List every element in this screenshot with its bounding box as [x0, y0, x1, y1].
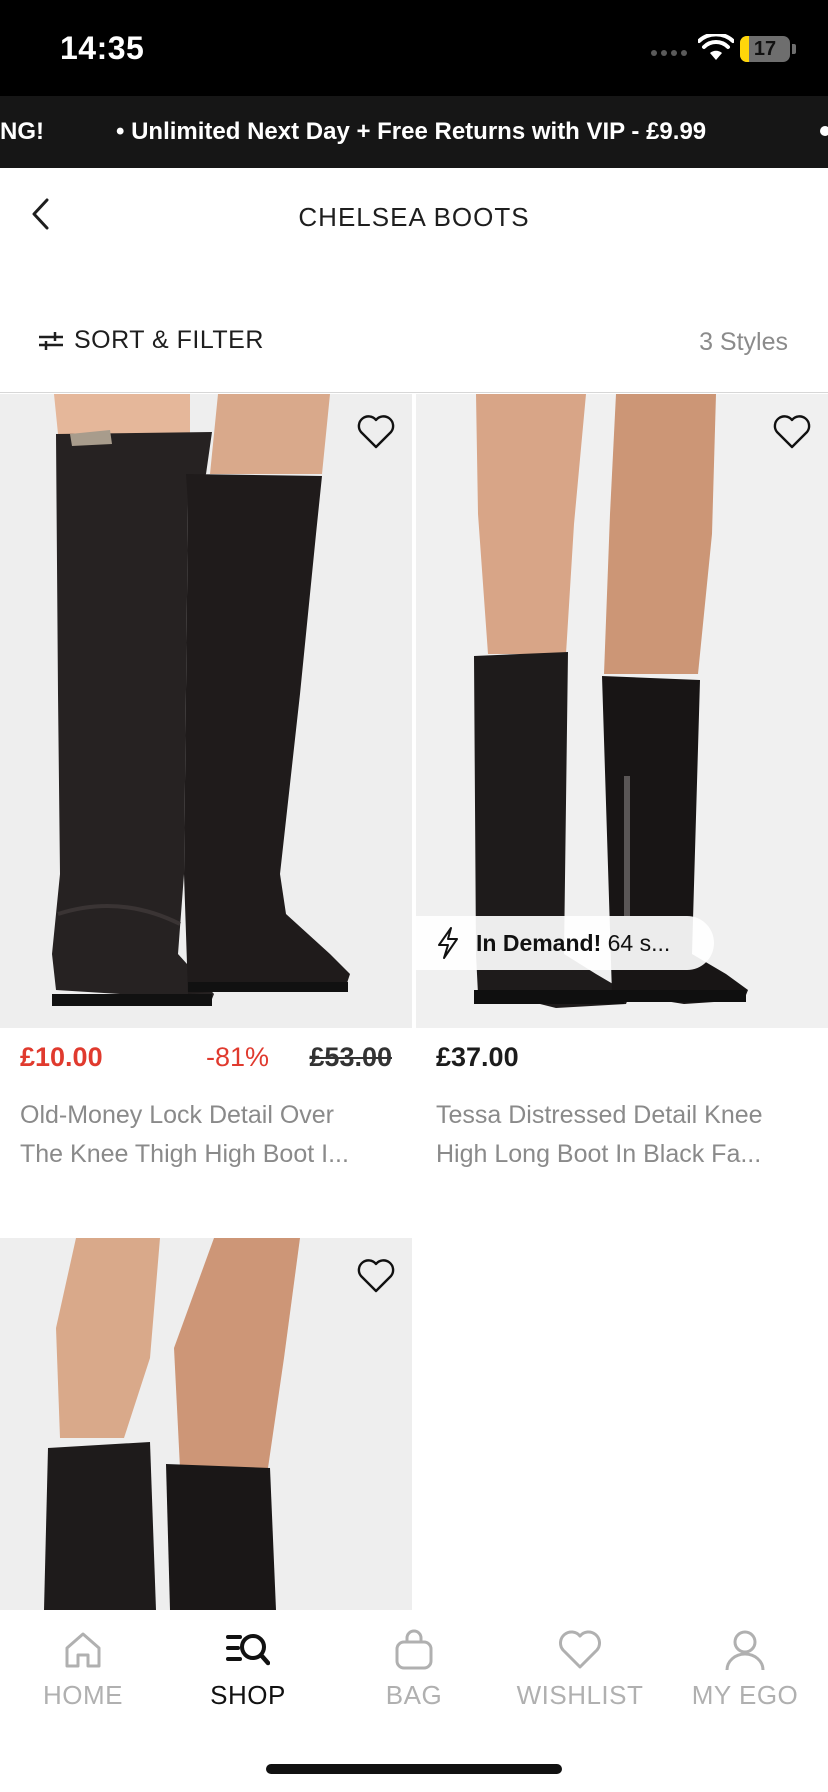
- heart-icon: [559, 1630, 601, 1669]
- product-name-line: High Long Boot In Black Fa...: [436, 1140, 762, 1168]
- nav-label: MY EGO: [691, 1680, 799, 1710]
- home-icon: [65, 1632, 101, 1668]
- filter-row: SORT & FILTER 3 Styles: [0, 294, 828, 393]
- product-name-line: Old-Money Lock Detail Over: [20, 1101, 335, 1129]
- nav-home[interactable]: HOME: [0, 1610, 166, 1720]
- product-name-line: The Knee Thigh High Boot I...: [20, 1140, 349, 1168]
- in-demand-detail: 64 s...: [607, 929, 671, 956]
- price: £37.00: [436, 1042, 519, 1072]
- sliders-icon: [39, 331, 63, 350]
- in-demand-label: In Demand!: [476, 929, 602, 956]
- product-card[interactable]: £10.00 -81% £53.00 Old-Money Lock Detail…: [0, 394, 412, 1194]
- page-title: CHELSEA BOOTS: [298, 202, 530, 232]
- nav-shop[interactable]: SHOP: [165, 1610, 331, 1720]
- product-name[interactable]: Tessa Distressed Detail Knee High Long B…: [436, 1096, 806, 1174]
- battery-cap: [792, 44, 796, 54]
- cellular-signal-icon: [651, 50, 687, 56]
- nav-label: HOME: [43, 1680, 123, 1710]
- status-bar: 14:35 17: [0, 0, 828, 96]
- discount-badge: -81%: [206, 1042, 270, 1072]
- in-demand-badge: In Demand! 64 s...: [416, 916, 714, 970]
- product-image[interactable]: [0, 1238, 412, 1610]
- promo-bullet: [820, 126, 828, 136]
- promo-banner[interactable]: NG! • Unlimited Next Day + Free Returns …: [0, 96, 828, 168]
- lightning-icon: [438, 927, 458, 959]
- sale-price: £10.00: [20, 1042, 103, 1072]
- price-row: £37.00: [436, 1042, 808, 1082]
- wishlist-heart-icon[interactable]: [772, 412, 812, 452]
- nav-wishlist[interactable]: WISHLIST: [497, 1610, 663, 1720]
- search-list-icon: [226, 1634, 270, 1666]
- home-indicator[interactable]: [266, 1764, 562, 1774]
- sort-filter-button[interactable]: SORT & FILTER: [38, 326, 264, 355]
- product-card[interactable]: [0, 1238, 412, 1610]
- product-image[interactable]: [0, 394, 412, 1028]
- promo-message: • Unlimited Next Day + Free Returns with…: [116, 118, 707, 145]
- battery-level: 17: [753, 38, 777, 60]
- in-demand-text: In Demand! 64 s...: [476, 930, 670, 957]
- nav-label: SHOP: [210, 1680, 286, 1710]
- nav-my-ego[interactable]: MY EGO: [662, 1610, 828, 1720]
- status-time: 14:35: [60, 30, 145, 66]
- nav-bag[interactable]: BAG: [331, 1610, 497, 1720]
- thigh-high-boot-image: [0, 394, 412, 1028]
- product-card[interactable]: In Demand! 64 s... £37.00 Tessa Distress…: [416, 394, 828, 1194]
- original-price: £53.00: [309, 1042, 392, 1072]
- user-icon: [725, 1630, 765, 1671]
- bag-icon: [395, 1629, 433, 1670]
- nav-label: WISHLIST: [516, 1680, 644, 1710]
- sort-filter-label: SORT & FILTER: [74, 326, 264, 354]
- price-row: £10.00 -81% £53.00: [20, 1042, 392, 1082]
- promo-fragment: NG!: [0, 118, 44, 145]
- wifi-icon: [698, 34, 734, 60]
- boot-image: [0, 1238, 412, 1610]
- product-image[interactable]: In Demand! 64 s...: [416, 394, 828, 1028]
- nav-label: BAG: [385, 1680, 443, 1710]
- wishlist-heart-icon[interactable]: [356, 412, 396, 452]
- wishlist-heart-icon[interactable]: [356, 1256, 396, 1296]
- page-header: CHELSEA BOOTS: [0, 168, 828, 295]
- battery-icon: 17: [740, 36, 790, 62]
- product-name-line: Tessa Distressed Detail Knee: [436, 1101, 763, 1129]
- styles-count: 3 Styles: [699, 328, 788, 356]
- product-name[interactable]: Old-Money Lock Detail Over The Knee Thig…: [20, 1096, 390, 1174]
